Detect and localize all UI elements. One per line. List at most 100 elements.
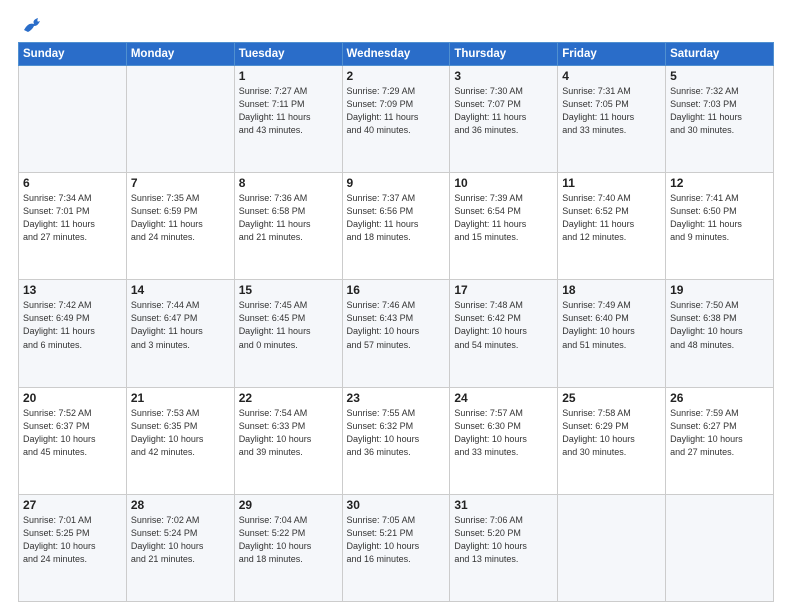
day-number: 17 (454, 283, 553, 297)
cell-info-line: Sunset: 6:54 PM (454, 205, 553, 218)
day-number: 16 (347, 283, 446, 297)
cell-info-line: Sunset: 6:40 PM (562, 312, 661, 325)
cell-info-line: Daylight: 10 hours (454, 325, 553, 338)
weekday-header-sunday: Sunday (19, 43, 127, 66)
weekday-header-friday: Friday (558, 43, 666, 66)
day-number: 20 (23, 391, 122, 405)
cell-info-line: Sunset: 6:56 PM (347, 205, 446, 218)
cell-info-line: and 45 minutes. (23, 446, 122, 459)
cell-info-line: Sunset: 7:01 PM (23, 205, 122, 218)
cell-info-line: Sunset: 6:47 PM (131, 312, 230, 325)
cell-info-line: and 39 minutes. (239, 446, 338, 459)
week-row-4: 27Sunrise: 7:01 AMSunset: 5:25 PMDayligh… (19, 494, 774, 601)
cell-info-line: and 51 minutes. (562, 339, 661, 352)
cell-info-line: Sunset: 5:20 PM (454, 527, 553, 540)
cell-info-line: and 21 minutes. (239, 231, 338, 244)
cell-info-line: Sunset: 6:52 PM (562, 205, 661, 218)
week-row-2: 13Sunrise: 7:42 AMSunset: 6:49 PMDayligh… (19, 280, 774, 387)
cell-info-line: Daylight: 11 hours (347, 111, 446, 124)
cell-info-line: Sunrise: 7:52 AM (23, 407, 122, 420)
cell-info-line: Sunset: 6:38 PM (670, 312, 769, 325)
cell-info-line: Sunrise: 7:29 AM (347, 85, 446, 98)
calendar-cell: 19Sunrise: 7:50 AMSunset: 6:38 PMDayligh… (666, 280, 774, 387)
cell-info-line: Sunset: 7:09 PM (347, 98, 446, 111)
calendar-cell: 23Sunrise: 7:55 AMSunset: 6:32 PMDayligh… (342, 387, 450, 494)
day-number: 26 (670, 391, 769, 405)
cell-info-line: Daylight: 11 hours (23, 325, 122, 338)
cell-info-line: Sunrise: 7:57 AM (454, 407, 553, 420)
cell-info-line: and 54 minutes. (454, 339, 553, 352)
cell-info-line: Sunrise: 7:04 AM (239, 514, 338, 527)
cell-info-line: Sunrise: 7:42 AM (23, 299, 122, 312)
cell-info-line: Sunrise: 7:41 AM (670, 192, 769, 205)
calendar-cell: 18Sunrise: 7:49 AMSunset: 6:40 PMDayligh… (558, 280, 666, 387)
cell-info-line: Daylight: 11 hours (239, 325, 338, 338)
cell-info-line: Sunrise: 7:30 AM (454, 85, 553, 98)
day-number: 24 (454, 391, 553, 405)
calendar-cell: 17Sunrise: 7:48 AMSunset: 6:42 PMDayligh… (450, 280, 558, 387)
cell-info-line: and 40 minutes. (347, 124, 446, 137)
cell-info-line: Daylight: 11 hours (23, 218, 122, 231)
cell-info-line: and 27 minutes. (670, 446, 769, 459)
cell-info-line: Daylight: 10 hours (131, 540, 230, 553)
day-number: 6 (23, 176, 122, 190)
cell-info-line: and 18 minutes. (239, 553, 338, 566)
week-row-3: 20Sunrise: 7:52 AMSunset: 6:37 PMDayligh… (19, 387, 774, 494)
calendar-cell: 3Sunrise: 7:30 AMSunset: 7:07 PMDaylight… (450, 66, 558, 173)
calendar-cell: 7Sunrise: 7:35 AMSunset: 6:59 PMDaylight… (126, 173, 234, 280)
cell-info-line: and 13 minutes. (454, 553, 553, 566)
week-row-0: 1Sunrise: 7:27 AMSunset: 7:11 PMDaylight… (19, 66, 774, 173)
day-number: 14 (131, 283, 230, 297)
cell-info-line: Daylight: 10 hours (131, 433, 230, 446)
weekday-header-monday: Monday (126, 43, 234, 66)
cell-info-line: Sunrise: 7:53 AM (131, 407, 230, 420)
cell-info-line: and 0 minutes. (239, 339, 338, 352)
cell-info-line: Sunrise: 7:48 AM (454, 299, 553, 312)
cell-info-line: Sunset: 6:50 PM (670, 205, 769, 218)
cell-info-line: Sunrise: 7:35 AM (131, 192, 230, 205)
day-number: 22 (239, 391, 338, 405)
cell-info-line: Sunrise: 7:49 AM (562, 299, 661, 312)
cell-info-line: Sunset: 6:29 PM (562, 420, 661, 433)
day-number: 9 (347, 176, 446, 190)
cell-info-line: Sunset: 6:27 PM (670, 420, 769, 433)
cell-info-line: Sunrise: 7:40 AM (562, 192, 661, 205)
cell-info-line: Sunrise: 7:34 AM (23, 192, 122, 205)
cell-info-line: Sunset: 6:45 PM (239, 312, 338, 325)
day-number: 18 (562, 283, 661, 297)
cell-info-line: Sunrise: 7:05 AM (347, 514, 446, 527)
cell-info-line: and 27 minutes. (23, 231, 122, 244)
calendar-cell (666, 494, 774, 601)
calendar-cell: 5Sunrise: 7:32 AMSunset: 7:03 PMDaylight… (666, 66, 774, 173)
cell-info-line: Daylight: 11 hours (670, 111, 769, 124)
calendar-cell: 20Sunrise: 7:52 AMSunset: 6:37 PMDayligh… (19, 387, 127, 494)
cell-info-line: Daylight: 11 hours (562, 111, 661, 124)
cell-info-line: Sunrise: 7:55 AM (347, 407, 446, 420)
cell-info-line: Sunset: 6:59 PM (131, 205, 230, 218)
cell-info-line: Daylight: 10 hours (239, 540, 338, 553)
day-number: 4 (562, 69, 661, 83)
cell-info-line: Sunrise: 7:54 AM (239, 407, 338, 420)
cell-info-line: and 16 minutes. (347, 553, 446, 566)
cell-info-line: and 48 minutes. (670, 339, 769, 352)
cell-info-line: and 12 minutes. (562, 231, 661, 244)
day-number: 5 (670, 69, 769, 83)
calendar-cell: 29Sunrise: 7:04 AMSunset: 5:22 PMDayligh… (234, 494, 342, 601)
cell-info-line: Daylight: 10 hours (23, 540, 122, 553)
logo-bird-icon (22, 16, 44, 34)
cell-info-line: and 33 minutes. (562, 124, 661, 137)
cell-info-line: Daylight: 10 hours (347, 433, 446, 446)
cell-info-line: Sunrise: 7:58 AM (562, 407, 661, 420)
calendar-cell: 2Sunrise: 7:29 AMSunset: 7:09 PMDaylight… (342, 66, 450, 173)
cell-info-line: and 30 minutes. (562, 446, 661, 459)
cell-info-line: Daylight: 11 hours (131, 218, 230, 231)
week-row-1: 6Sunrise: 7:34 AMSunset: 7:01 PMDaylight… (19, 173, 774, 280)
cell-info-line: Daylight: 11 hours (347, 218, 446, 231)
cell-info-line: Sunset: 7:07 PM (454, 98, 553, 111)
cell-info-line: and 24 minutes. (131, 231, 230, 244)
day-number: 1 (239, 69, 338, 83)
cell-info-line: Daylight: 10 hours (670, 325, 769, 338)
cell-info-line: Sunrise: 7:59 AM (670, 407, 769, 420)
cell-info-line: Daylight: 10 hours (562, 433, 661, 446)
cell-info-line: and 33 minutes. (454, 446, 553, 459)
